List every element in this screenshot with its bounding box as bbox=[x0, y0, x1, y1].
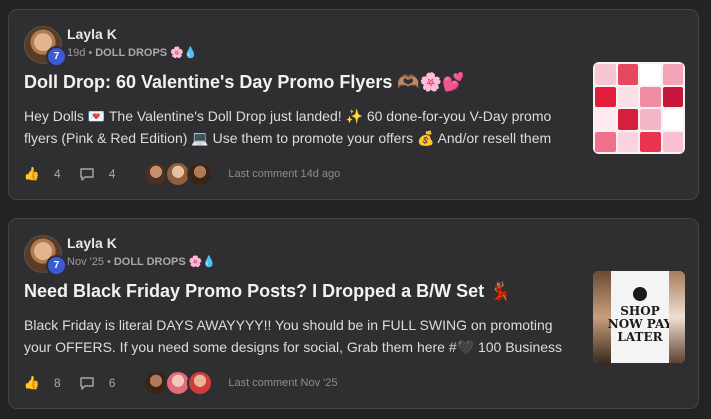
post-time: Nov '25 bbox=[67, 255, 104, 268]
post-body: Hey Dolls 💌 The Valentine's Doll Drop ju… bbox=[24, 108, 552, 146]
category-emoji: 🌸💧 bbox=[170, 47, 198, 59]
thumb-tile bbox=[595, 109, 616, 130]
thumb-text: SHOP NOW PAY LATER bbox=[607, 304, 673, 344]
post-card[interactable]: 7 Layla K Nov '25 • DOLL DROPS 🌸💧 Need B… bbox=[8, 218, 699, 409]
like-count: 8 bbox=[54, 376, 61, 390]
author-name[interactable]: Layla K bbox=[67, 235, 117, 251]
meta-separator: • bbox=[106, 255, 111, 268]
thumb-tile bbox=[595, 64, 616, 85]
post-title[interactable]: Need Black Friday Promo Posts? I Dropped… bbox=[24, 281, 512, 302]
category-label[interactable]: DOLL DROPS bbox=[95, 47, 167, 59]
comment-icon[interactable] bbox=[79, 375, 95, 391]
commenter-avatars bbox=[143, 161, 214, 187]
category-label[interactable]: DOLL DROPS bbox=[114, 256, 186, 268]
thumb-tile bbox=[662, 64, 683, 85]
comment-count: 4 bbox=[108, 167, 116, 181]
author-name[interactable]: Layla K bbox=[67, 26, 117, 42]
thumb-tile bbox=[617, 131, 638, 152]
comment-icon[interactable] bbox=[79, 166, 95, 182]
post-meta: Nov '25 • DOLL DROPS 🌸💧 bbox=[67, 255, 217, 269]
post-time: 19d bbox=[67, 46, 86, 59]
comment-count: 6 bbox=[108, 376, 116, 390]
last-comment: Last comment 14d ago bbox=[228, 168, 341, 180]
author-avatar[interactable]: 7 bbox=[24, 26, 67, 67]
like-icon[interactable]: 👍 bbox=[24, 166, 40, 182]
thumb-tile bbox=[640, 64, 661, 85]
meta-separator: • bbox=[88, 46, 93, 59]
commenter-avatar bbox=[187, 370, 214, 396]
thumb-tile bbox=[662, 86, 683, 107]
commenter-avatar bbox=[187, 161, 214, 187]
thumb-tile bbox=[662, 131, 683, 152]
like-icon[interactable]: 👍 bbox=[24, 375, 40, 391]
level-badge: 7 bbox=[46, 46, 67, 67]
author-avatar[interactable]: 7 bbox=[24, 235, 67, 276]
thumb-tile bbox=[662, 109, 683, 130]
thumb-logo-circle bbox=[633, 287, 647, 301]
thumb-tile bbox=[640, 109, 661, 130]
post-thumbnail[interactable]: SHOP NOW PAY LATER bbox=[593, 271, 685, 363]
post-stats: 👍 8 6 Last comment Nov '25 bbox=[24, 370, 338, 396]
post-card[interactable]: 7 Layla K 19d • DOLL DROPS 🌸💧 Doll Drop:… bbox=[8, 9, 699, 200]
thumb-tile bbox=[640, 131, 661, 152]
like-count: 4 bbox=[54, 167, 61, 181]
last-comment: Last comment Nov '25 bbox=[228, 377, 338, 389]
thumb-photo-right bbox=[669, 271, 685, 363]
thumb-tile bbox=[595, 131, 616, 152]
category-emoji: 🌸💧 bbox=[188, 256, 217, 268]
thumb-tile bbox=[617, 86, 638, 107]
commenter-avatars bbox=[143, 370, 214, 396]
level-badge: 7 bbox=[46, 255, 67, 276]
post-body: Black Friday is literal DAYS AWAYYYY!! Y… bbox=[24, 317, 563, 355]
post-thumbnail[interactable] bbox=[593, 62, 685, 154]
post-meta: 19d • DOLL DROPS 🌸💧 bbox=[67, 46, 198, 60]
thumb-tile bbox=[617, 109, 638, 130]
thumb-tile bbox=[640, 86, 661, 107]
thumb-tile bbox=[595, 86, 616, 107]
thumb-tile bbox=[617, 64, 638, 85]
post-title[interactable]: Doll Drop: 60 Valentine's Day Promo Flye… bbox=[24, 72, 465, 93]
post-stats: 👍 4 4 Last comment 14d ago bbox=[24, 161, 341, 187]
